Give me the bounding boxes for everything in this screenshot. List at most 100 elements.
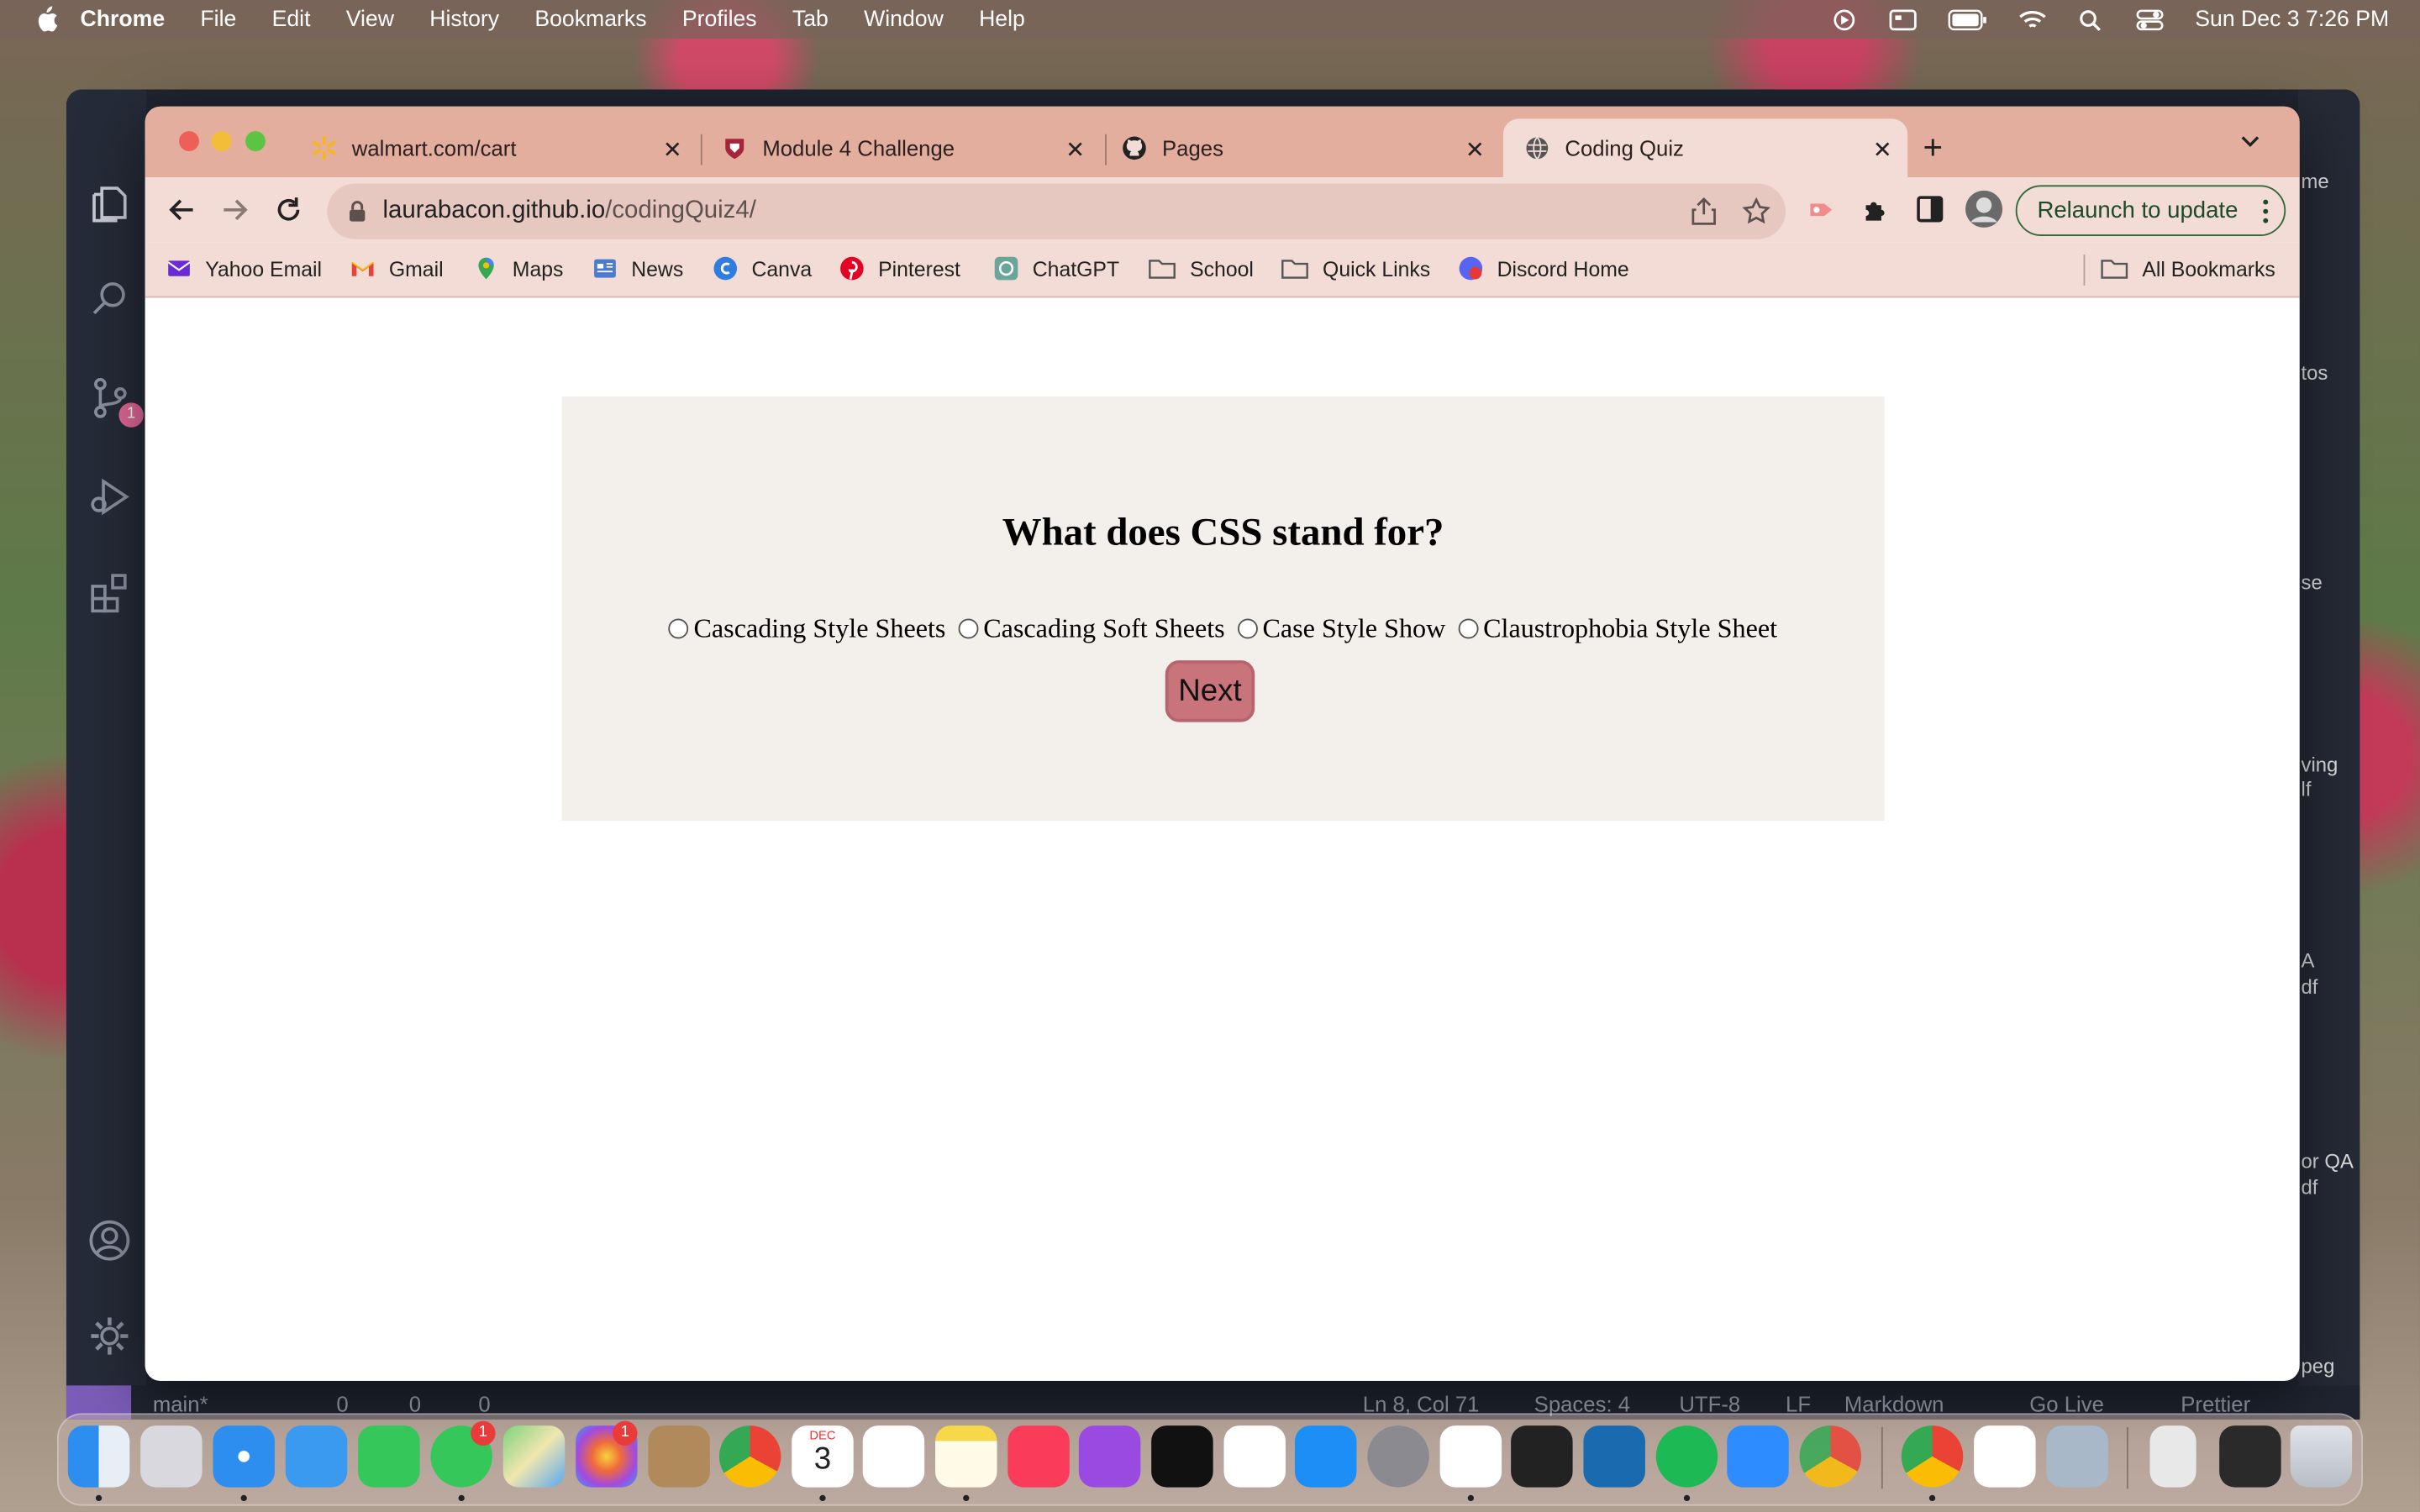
menu-file[interactable]: File [200, 7, 236, 31]
notes-icon[interactable] [935, 1425, 997, 1488]
answer-option[interactable]: Cascading Style Sheets [669, 612, 945, 645]
forward-arrow-icon[interactable] [219, 194, 250, 225]
explorer-icon[interactable] [88, 182, 131, 225]
profile-avatar[interactable] [1965, 190, 2003, 228]
run-debug-icon[interactable] [88, 475, 131, 518]
bookmark-discord-home[interactable]: Discord Home [1459, 256, 1629, 281]
bookmark-pinterest[interactable]: Pinterest [839, 256, 960, 281]
vscode-icon[interactable] [1439, 1425, 1502, 1488]
contacts-icon[interactable] [648, 1425, 710, 1488]
answer-radio[interactable] [1238, 618, 1258, 639]
trash-icon[interactable] [2290, 1425, 2353, 1488]
safari-icon[interactable] [213, 1425, 275, 1488]
screencastify-extension-icon[interactable] [1807, 197, 1835, 222]
bookmark-chatgpt[interactable]: ChatGPT [994, 256, 1119, 281]
menu-app-name[interactable]: Chrome [81, 7, 166, 31]
answer-option[interactable]: Case Style Show [1238, 612, 1445, 645]
tab-walmart[interactable]: walmart.com/cart ✕ [312, 118, 697, 177]
bookmark-star-icon[interactable] [1742, 197, 1770, 225]
bookmark-gmail[interactable]: Gmail [350, 256, 444, 281]
side-panel-icon[interactable] [1917, 196, 1944, 223]
tab-module-4[interactable]: Module 4 Challenge ✕ [723, 118, 1101, 177]
close-window-button[interactable] [179, 131, 199, 151]
kindle-icon[interactable] [1583, 1425, 1645, 1488]
reminders-icon[interactable] [862, 1425, 925, 1488]
zoom-icon[interactable] [1727, 1425, 1789, 1488]
new-tab-button[interactable]: + [1923, 128, 1944, 168]
answer-radio[interactable] [958, 618, 979, 639]
terminal-icon[interactable] [1511, 1425, 1573, 1488]
bookmark-canva[interactable]: Canva [713, 256, 812, 281]
extensions-icon[interactable] [88, 571, 131, 614]
bookmark-school[interactable]: School [1149, 256, 1254, 281]
extensions-puzzle-icon[interactable] [1861, 196, 1889, 223]
finder-icon[interactable] [67, 1425, 130, 1488]
maps-app-icon[interactable] [502, 1425, 566, 1488]
minimize-window-button[interactable] [211, 131, 232, 151]
spotlight-search-icon[interactable] [2078, 8, 2106, 30]
close-tab-icon[interactable]: ✕ [663, 136, 682, 163]
screenshot-stack-icon[interactable] [2219, 1425, 2281, 1488]
bookmark-news[interactable]: News [592, 256, 683, 281]
bookmark-yahoo-email[interactable]: Yahoo Email [166, 256, 322, 281]
system-settings-icon[interactable] [1367, 1425, 1429, 1488]
menu-tab[interactable]: Tab [792, 7, 829, 31]
accounts-icon[interactable] [88, 1219, 131, 1262]
podcasts-icon[interactable] [1078, 1425, 1141, 1488]
tab-search-chevron-icon[interactable] [2241, 131, 2260, 150]
spotify-icon[interactable] [1655, 1425, 1718, 1488]
archive-file-icon[interactable] [2149, 1425, 2196, 1488]
mail-icon[interactable] [285, 1425, 348, 1488]
music-icon[interactable] [1007, 1425, 1070, 1488]
address-bar[interactable]: laurabacon.github.io/codingQuiz4/ [327, 183, 1786, 239]
facetime-icon[interactable] [358, 1425, 420, 1488]
answer-option[interactable]: Claustrophobia Style Sheet [1458, 612, 1777, 645]
answer-option[interactable]: Cascading Soft Sheets [958, 612, 1225, 645]
tab-coding-quiz[interactable]: Coding Quiz ✕ [1502, 118, 1908, 178]
apple-icon[interactable] [34, 6, 58, 32]
share-icon[interactable] [1691, 197, 1716, 225]
answer-radio[interactable] [1458, 618, 1479, 639]
reload-icon[interactable] [273, 194, 304, 225]
chrome-recent-icon[interactable] [1901, 1425, 1964, 1488]
app-store-icon[interactable] [1294, 1425, 1357, 1488]
globe-icon [1526, 136, 1549, 160]
relaunch-to-update-button[interactable]: Relaunch to update [2015, 185, 2286, 237]
screen-record-icon[interactable] [1831, 8, 1859, 30]
all-bookmarks-folder[interactable]: All Bookmarks [2101, 256, 2275, 281]
back-arrow-icon[interactable] [166, 194, 197, 225]
tab-pages[interactable]: Pages ✕ [1122, 118, 1500, 177]
menu-history[interactable]: History [429, 7, 499, 31]
preview-icon[interactable] [2046, 1425, 2108, 1488]
close-tab-icon[interactable]: ✕ [1873, 136, 1892, 163]
kebab-menu-icon[interactable] [2263, 199, 2269, 223]
settings-gear-icon[interactable] [88, 1315, 131, 1357]
menu-bookmarks[interactable]: Bookmarks [534, 7, 646, 31]
bookmark-maps[interactable]: Maps [474, 256, 563, 281]
chrome-icon[interactable] [718, 1425, 781, 1488]
calendar-icon[interactable]: DEC 3 [792, 1425, 854, 1488]
menu-profiles[interactable]: Profiles [682, 7, 757, 31]
answer-radio[interactable] [669, 618, 689, 639]
control-center-icon[interactable] [2136, 8, 2164, 30]
wifi-icon[interactable] [2019, 8, 2047, 30]
slack-icon[interactable] [1974, 1425, 2036, 1488]
apple-tv-icon[interactable] [1151, 1425, 1213, 1488]
next-button[interactable]: Next [1165, 660, 1255, 722]
close-tab-icon[interactable]: ✕ [1065, 136, 1085, 163]
search-icon[interactable] [88, 278, 131, 321]
close-tab-icon[interactable]: ✕ [1465, 136, 1485, 163]
bookmark-quick-links[interactable]: Quick Links [1281, 256, 1430, 281]
menu-help[interactable]: Help [979, 7, 1025, 31]
battery-icon[interactable] [1948, 8, 1988, 30]
launchpad-icon[interactable] [140, 1425, 203, 1488]
lock-icon[interactable] [349, 201, 366, 223]
menu-window[interactable]: Window [864, 7, 944, 31]
menu-clock[interactable]: Sun Dec 3 7:26 PM [2195, 7, 2389, 31]
news-app-icon[interactable] [1223, 1425, 1286, 1488]
maximize-window-button[interactable] [245, 131, 266, 151]
display-icon[interactable] [1890, 8, 1918, 30]
menu-view[interactable]: View [346, 7, 394, 31]
menu-edit[interactable]: Edit [272, 7, 311, 31]
chrome-canary-icon[interactable] [1799, 1425, 1862, 1488]
